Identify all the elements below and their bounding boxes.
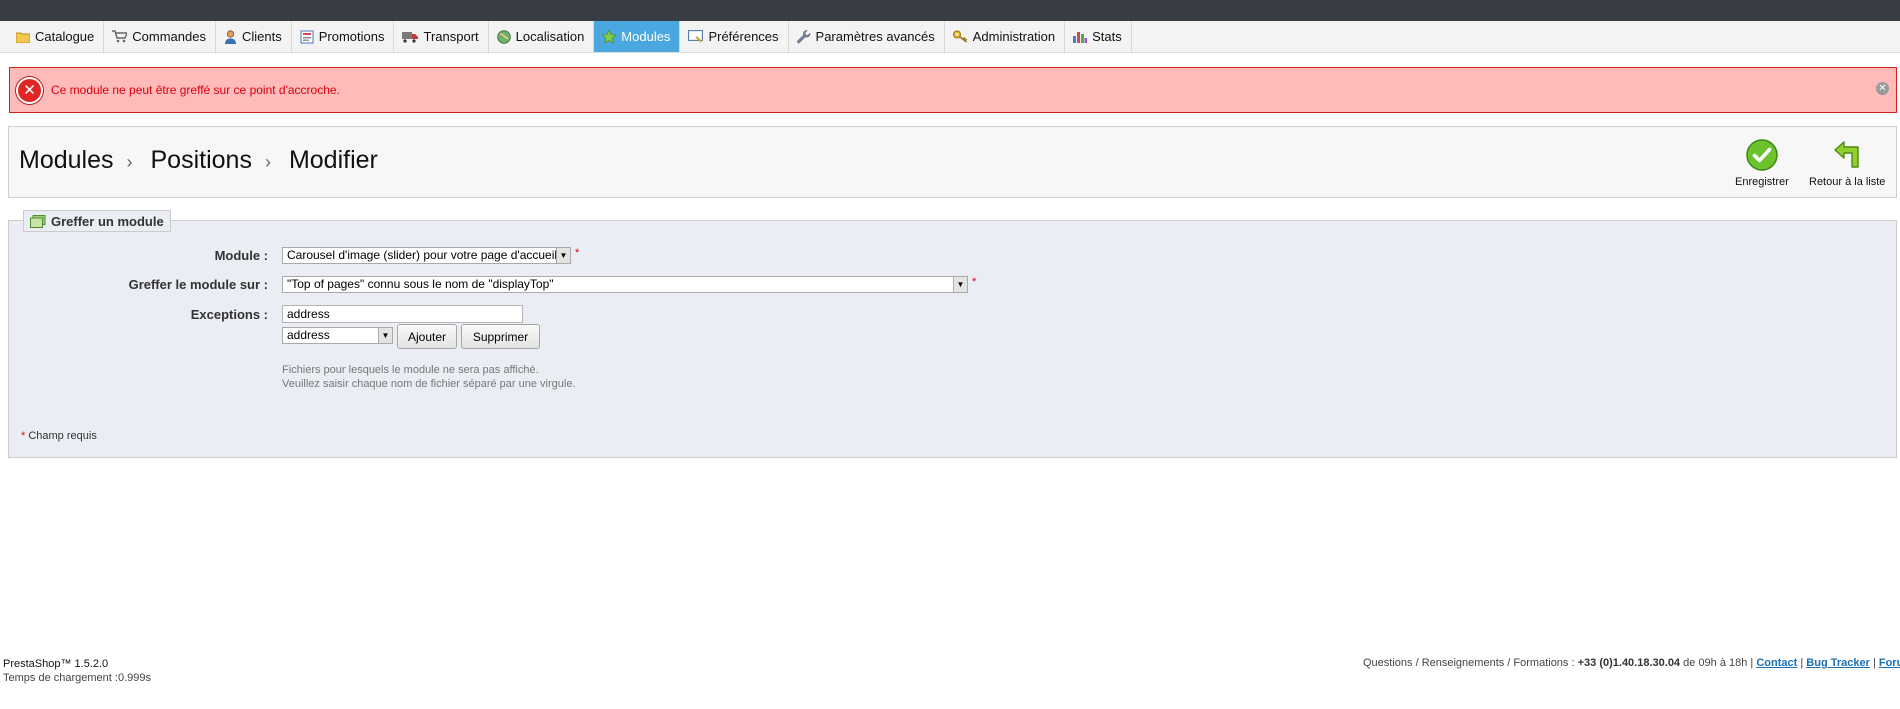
hook-select[interactable]: "Top of pages" connu sous le nom de "dis… [282,276,968,293]
back-to-list-button[interactable]: Retour à la liste [1809,139,1885,188]
forum-link[interactable]: Forum [1879,657,1900,669]
top-bar [0,0,1900,21]
nav-item-label: Catalogue [35,29,95,44]
footer-contact: Questions / Renseignements / Formations … [1363,657,1900,669]
bug-tracker-link[interactable]: Bug Tracker [1806,657,1870,669]
breadcrumb-separator: › [264,152,271,172]
close-icon[interactable]: ✕ [1876,82,1889,95]
save-button-label: Enregistrer [1735,176,1789,188]
wrench-icon [796,29,810,43]
remove-exception-button[interactable]: Supprimer [461,324,540,349]
save-button[interactable]: Enregistrer [1735,139,1789,188]
form-legend-text: Greffer un module [51,213,164,229]
breadcrumb: Modules › Positions › Modifier [19,146,378,175]
contact-hours: de 09h à 18h [1683,657,1748,669]
main-navigation: Catalogue Commandes Clients Promotions T… [0,21,1900,53]
return-arrow-icon [1834,141,1859,168]
bar-chart-icon [1073,32,1088,43]
nav-item-preferences[interactable]: Préférences [680,21,789,52]
contact-phone: +33 (0)1.40.18.30.04 [1577,657,1681,669]
promotions-icon [300,30,314,43]
user-icon [224,29,236,44]
puzzle-icon [602,29,617,44]
module-select[interactable]: Carousel d'image (slider) pour votre pag… [282,247,571,264]
add-exception-button[interactable]: Ajouter [397,324,457,349]
globe-icon [496,29,511,44]
page-header: Modules › Positions › Modifier Enregistr… [8,126,1897,198]
back-button-label: Retour à la liste [1809,176,1886,188]
hook-select-value: "Top of pages" connu sous le nom de "dis… [287,277,554,291]
footer-separator: | [1750,657,1754,669]
prestashop-version: PrestaShop™ 1.5.2.0 [3,658,109,670]
breadcrumb-separator: › [126,152,133,172]
folder-icon [16,32,30,43]
nav-item-label: Commandes [132,29,206,44]
exceptions-help-line-1: Fichiers pour lesquels le module ne sera… [282,364,539,376]
nav-item-label: Stats [1092,29,1122,44]
chevron-down-icon: ▼ [378,328,392,343]
chevron-down-icon: ▼ [953,277,967,292]
exceptions-help-line-2: Veuillez saisir chaque nom de fichier sé… [282,378,576,390]
hook-label: Greffer le module sur : [128,277,268,292]
required-marker: * [972,276,977,288]
error-alert: ✕ Ce module ne peut être greffé sur ce p… [9,67,1897,113]
cart-icon [112,30,128,43]
nav-item-label: Administration [972,29,1056,44]
checkmark-icon [1746,139,1778,171]
nav-item-label: Paramètres avancés [815,29,935,44]
preferences-icon [688,30,704,43]
graft-module-form: Greffer un module Module : Carousel d'im… [8,210,1897,458]
nav-item-modules[interactable]: Modules [594,21,681,52]
module-icon [30,214,46,228]
alert-message: Ce module ne peut être greffé sur ce poi… [51,83,340,97]
required-fields-note: * Champ requis [21,430,97,442]
error-icon: ✕ [16,76,43,104]
nav-item-clients[interactable]: Clients [216,21,292,52]
contact-link[interactable]: Contact [1756,657,1797,669]
nav-item-label: Clients [241,29,282,44]
exceptions-input[interactable] [282,305,523,323]
nav-item-parametres-avances[interactable]: Paramètres avancés [789,21,945,52]
nav-item-localisation[interactable]: Localisation [489,21,595,52]
module-label: Module : [214,248,268,263]
contact-prefix: Questions / Renseignements / Formations … [1363,657,1575,669]
truck-icon [402,31,419,43]
exceptions-label: Exceptions : [190,307,268,322]
required-note-text: Champ requis [28,430,97,442]
nav-item-administration[interactable]: Administration [945,21,1066,52]
breadcrumb-modules[interactable]: Modules [19,146,114,175]
footer-separator: | [1800,657,1804,669]
exceptions-file-select[interactable]: address ▼ [282,327,393,344]
nav-item-stats[interactable]: Stats [1065,21,1132,52]
key-icon [952,30,967,43]
chevron-down-icon: ▼ [556,248,570,263]
required-marker: * [575,247,580,259]
nav-item-label: Transport [423,29,479,44]
exceptions-select-value: address [287,328,330,342]
form-legend: Greffer un module [23,210,171,232]
footer-version-block: PrestaShop™ 1.5.2.0 Temps de chargement … [3,657,151,685]
nav-item-label: Modules [621,29,671,44]
module-select-value: Carousel d'image (slider) pour votre pag… [287,248,558,262]
nav-item-label: Localisation [515,29,585,44]
nav-item-catalogue[interactable]: Catalogue [8,21,105,52]
nav-item-label: Préférences [708,29,779,44]
load-time: Temps de chargement :0.999s [3,672,151,684]
nav-item-label: Promotions [318,29,385,44]
breadcrumb-modifier: Modifier [288,146,378,174]
required-marker: * [21,430,26,442]
nav-item-commandes[interactable]: Commandes [104,21,216,52]
nav-item-promotions[interactable]: Promotions [292,21,395,52]
breadcrumb-positions[interactable]: Positions [151,146,252,175]
nav-item-transport[interactable]: Transport [394,21,489,52]
footer-separator: | [1872,657,1876,669]
